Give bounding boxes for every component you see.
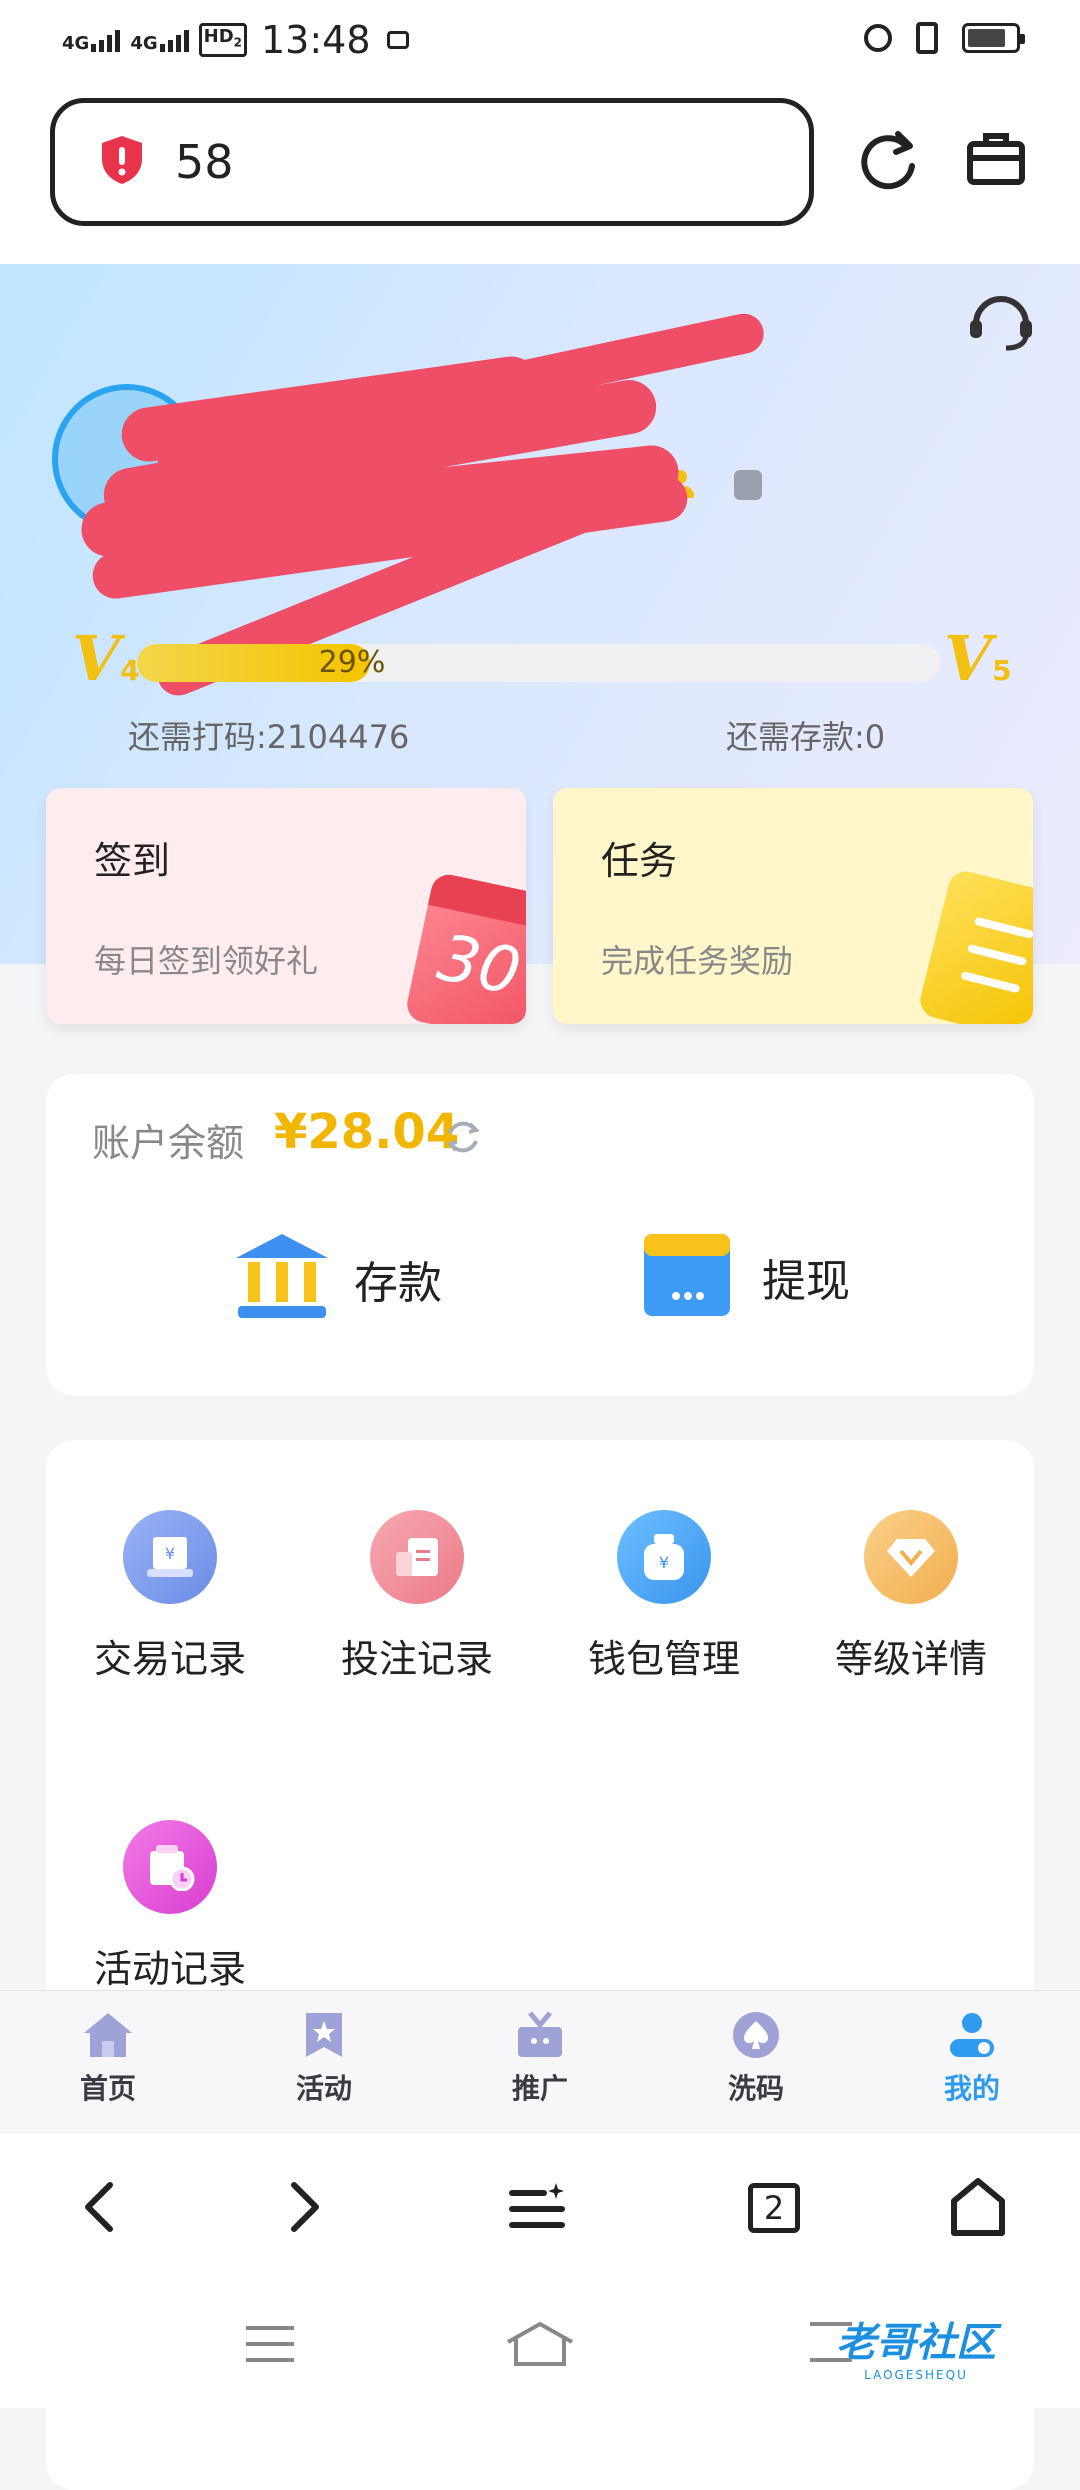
refresh-balance-button[interactable] bbox=[444, 1118, 482, 1160]
alarm-icon bbox=[864, 24, 892, 52]
gift-icon bbox=[514, 2009, 566, 2061]
home-button[interactable] bbox=[950, 2177, 1006, 2241]
customer-service-button[interactable] bbox=[966, 290, 1036, 358]
tv-icon bbox=[386, 31, 409, 49]
clock: 13:48 bbox=[261, 18, 371, 62]
hamburger-icon[interactable] bbox=[244, 2326, 296, 2368]
task-list-icon bbox=[916, 867, 1033, 1024]
checkin-subtitle: 每日签到领好礼 bbox=[94, 942, 319, 980]
deposit-label[interactable]: 存款 bbox=[354, 1247, 442, 1311]
balance-panel: 账户余额 ¥28.04 存款 提现 bbox=[46, 1074, 1034, 1396]
system-home-button[interactable] bbox=[504, 2320, 576, 2372]
balance-label: 账户余额 bbox=[92, 1121, 245, 1165]
shield-alert-icon[interactable] bbox=[99, 134, 145, 190]
level-current: V4 bbox=[72, 622, 140, 695]
deposit-button[interactable]: 存款 bbox=[232, 1232, 442, 1326]
toolbox-button[interactable] bbox=[966, 130, 1026, 190]
feature-label: 交易记录 bbox=[93, 1637, 246, 1681]
checkin-card[interactable]: 签到 每日签到领好礼 30 bbox=[46, 788, 526, 1024]
feature-label: 等级详情 bbox=[834, 1637, 987, 1681]
watermark-logo: 老哥社区 LAOGESHEQU bbox=[836, 2320, 996, 2382]
status-bar: 4G 4G HD2 13:48 bbox=[0, 0, 1080, 84]
tab-rebate[interactable]: 洗码 bbox=[686, 2009, 826, 2107]
star-bookmark-icon bbox=[298, 2009, 350, 2061]
diamond-icon bbox=[864, 1510, 958, 1604]
tab-label: 我的 bbox=[943, 2072, 1000, 2105]
feature-label: 活动记录 bbox=[93, 1947, 246, 1991]
app-tab-bar: 首页 活动 推广 洗码 我的 bbox=[0, 1990, 1080, 2132]
menu-button[interactable] bbox=[508, 2181, 568, 2237]
refresh-icon[interactable] bbox=[858, 131, 918, 196]
bet-record-icon bbox=[370, 1510, 464, 1604]
vibrate-icon bbox=[916, 22, 938, 54]
withdraw-button[interactable]: 提现 bbox=[642, 1232, 850, 1322]
house-icon[interactable] bbox=[950, 2178, 1006, 2241]
activity-record-icon bbox=[123, 1820, 217, 1914]
tabs-button[interactable]: 2 bbox=[748, 2183, 800, 2233]
tab-label: 首页 bbox=[79, 2072, 136, 2105]
transaction-record-icon: ¥ bbox=[123, 1510, 217, 1604]
feature-label: 钱包管理 bbox=[587, 1637, 740, 1681]
feature-level-details[interactable]: 等级详情 bbox=[801, 1510, 1021, 1683]
wallet-icon: ¥ bbox=[617, 1510, 711, 1604]
bank-icon bbox=[232, 1232, 332, 1326]
tab-home[interactable]: 首页 bbox=[38, 2009, 178, 2107]
user-toggle-icon bbox=[946, 2009, 998, 2061]
lock-badge-icon bbox=[734, 470, 762, 500]
spade-coin-icon bbox=[730, 2009, 782, 2061]
tab-label: 活动 bbox=[295, 2072, 352, 2105]
tasks-title: 任务 bbox=[601, 839, 678, 883]
feature-label: 投注记录 bbox=[340, 1637, 493, 1681]
deposit-remaining: 还需存款:0 bbox=[726, 718, 886, 756]
battery-icon bbox=[962, 23, 1025, 53]
forward-button[interactable] bbox=[284, 2179, 324, 2239]
refresh-button[interactable] bbox=[858, 128, 918, 196]
address-bar[interactable]: 58 bbox=[50, 98, 814, 226]
withdraw-label[interactable]: 提现 bbox=[762, 1245, 850, 1309]
feature-wallet[interactable]: ¥ 钱包管理 bbox=[554, 1510, 774, 1683]
toolbox-icon[interactable] bbox=[966, 133, 1026, 190]
browser-top-bar: 58 bbox=[0, 84, 1080, 264]
back-button[interactable] bbox=[80, 2179, 120, 2239]
level-next: V5 bbox=[944, 622, 1012, 695]
refresh-balance-icon[interactable] bbox=[444, 1121, 482, 1160]
browser-nav-bar: 2 bbox=[0, 2132, 1080, 2282]
progress-label: 29% bbox=[318, 645, 386, 680]
tab-label: 推广 bbox=[511, 2072, 568, 2105]
balance-amount: ¥28.04 bbox=[274, 1104, 460, 1160]
calendar-icon: 30 bbox=[403, 871, 526, 1024]
checkin-title: 签到 bbox=[94, 839, 171, 883]
address-text[interactable]: 58 bbox=[175, 135, 234, 189]
recents-button[interactable] bbox=[244, 2324, 296, 2368]
wager-remaining: 还需打码:2104476 bbox=[128, 718, 410, 756]
svg-text:¥: ¥ bbox=[165, 1544, 175, 1563]
tab-mine[interactable]: 我的 bbox=[902, 2009, 1042, 2107]
feature-activity-record[interactable]: 活动记录 bbox=[60, 1820, 280, 1993]
tab-count[interactable]: 2 bbox=[764, 2189, 784, 2227]
menu-sparkle-icon[interactable] bbox=[508, 2183, 568, 2237]
tab-activity[interactable]: 活动 bbox=[254, 2009, 394, 2107]
system-nav-bar: 老哥社区 LAOGESHEQU bbox=[0, 2282, 1080, 2408]
feature-transaction-record[interactable]: ¥ 交易记录 bbox=[60, 1510, 280, 1683]
tasks-subtitle: 完成任务奖励 bbox=[601, 942, 794, 980]
tasks-card[interactable]: 任务 完成任务奖励 bbox=[553, 788, 1033, 1024]
tab-label: 洗码 bbox=[727, 2072, 784, 2105]
feature-bet-record[interactable]: 投注记录 bbox=[307, 1510, 527, 1683]
network-indicator-2: 4G bbox=[130, 28, 189, 53]
headset-icon[interactable] bbox=[966, 296, 1036, 358]
svg-text:¥: ¥ bbox=[659, 1553, 669, 1572]
hd-badge: HD2 bbox=[198, 23, 247, 57]
chevron-right-icon[interactable] bbox=[284, 2182, 324, 2239]
tab-promotion[interactable]: 推广 bbox=[470, 2009, 610, 2107]
network-indicator-1: 4G bbox=[62, 28, 121, 53]
level-progress-bar: 29% bbox=[137, 644, 940, 682]
home-outline-icon[interactable] bbox=[504, 2321, 576, 2372]
home-icon bbox=[82, 2009, 134, 2061]
card-icon bbox=[642, 1232, 732, 1322]
chevron-left-icon[interactable] bbox=[80, 2182, 120, 2239]
